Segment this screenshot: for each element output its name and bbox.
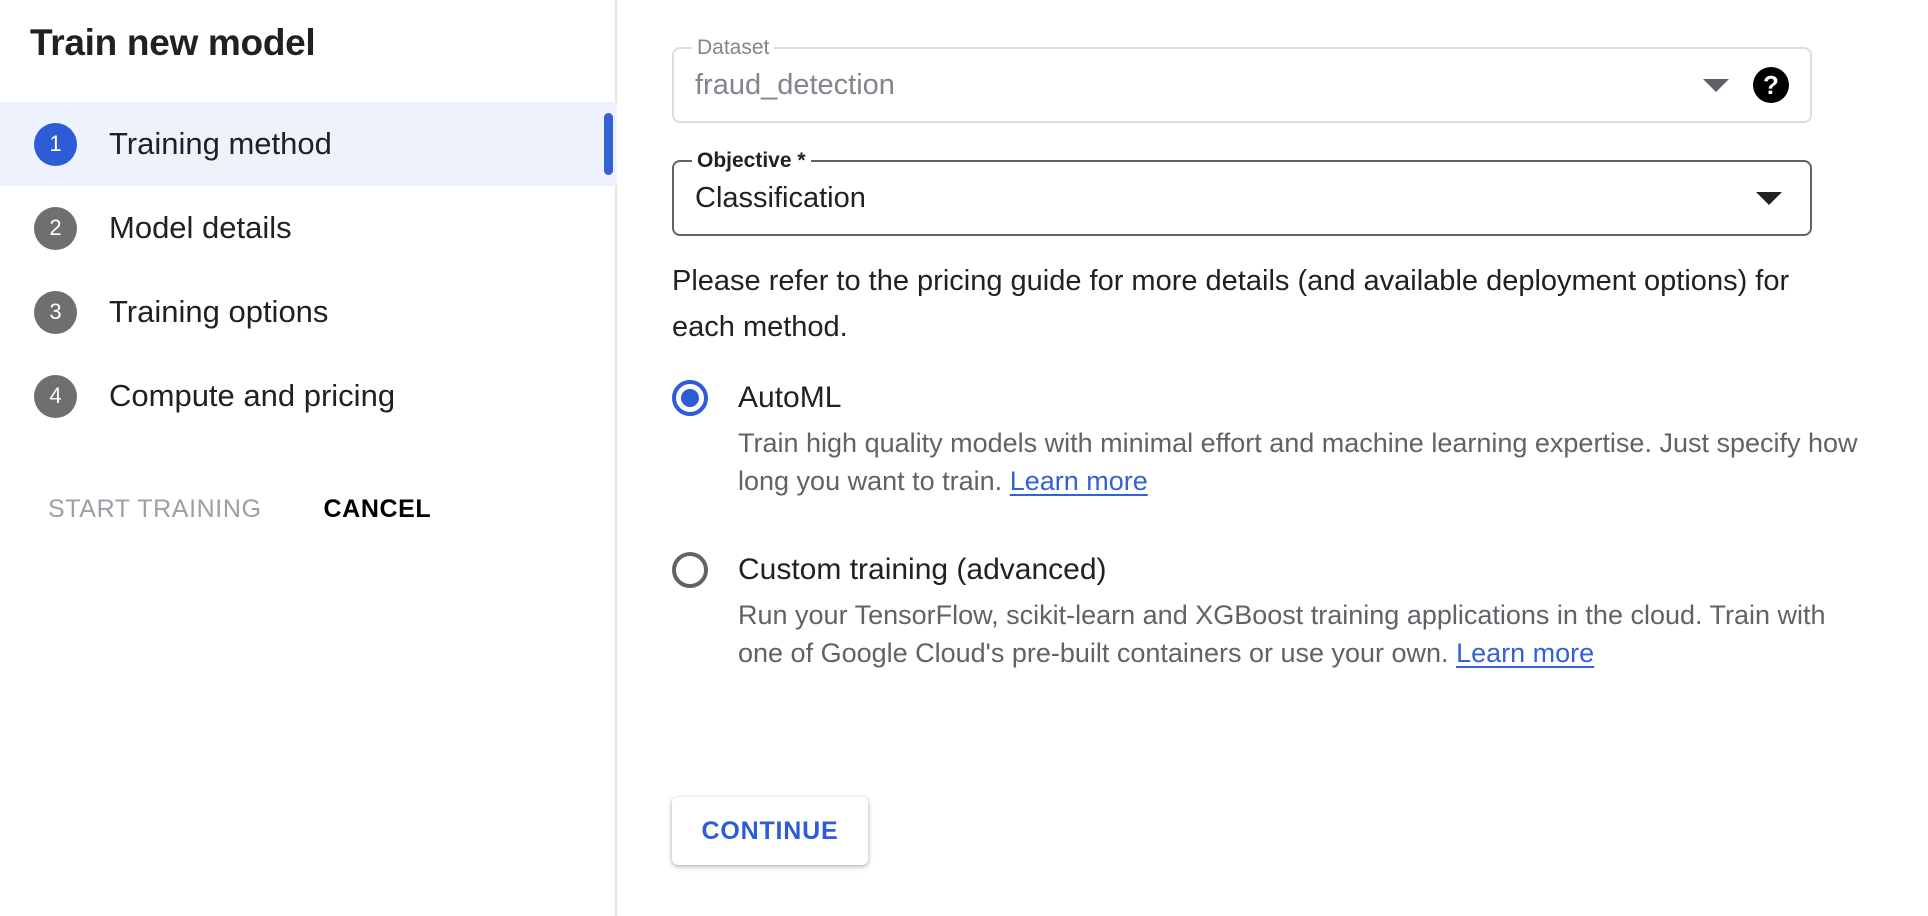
dataset-label: Dataset [692, 37, 774, 59]
sidebar-item-compute-and-pricing[interactable]: 4 Compute and pricing [0, 354, 617, 438]
sidebar-item-label: Training method [109, 126, 332, 162]
option-custom-training-description: Run your TensorFlow, scikit-learn and XG… [738, 596, 1868, 672]
option-automl: AutoML Train high quality models with mi… [672, 380, 1872, 500]
sidebar: Train new model 1 Training method 2 Mode… [0, 0, 617, 916]
sidebar-action-bar: START TRAINING CANCEL [48, 495, 431, 524]
main-content: Dataset fraud_detection ? Objective * Cl… [617, 0, 1928, 916]
help-circle-icon[interactable]: ? [1753, 67, 1789, 103]
custom-training-learn-more-link[interactable]: Learn more [1456, 638, 1594, 668]
objective-select[interactable]: Objective * Classification [672, 160, 1812, 236]
option-custom-training-title: Custom training (advanced) [738, 553, 1107, 587]
dataset-select[interactable]: Dataset fraud_detection ? [672, 47, 1812, 123]
option-custom-training-description-text: Run your TensorFlow, scikit-learn and XG… [738, 600, 1826, 668]
step-number-badge: 4 [34, 375, 77, 418]
step-navigation: 1 Training method 2 Model details 3 Trai… [0, 102, 617, 438]
option-custom-training-row[interactable]: Custom training (advanced) [672, 552, 1872, 588]
start-training-button[interactable]: START TRAINING [48, 495, 262, 524]
sidebar-item-training-method[interactable]: 1 Training method [0, 102, 617, 186]
objective-value: Classification [674, 182, 866, 215]
train-new-model-page: Train new model 1 Training method 2 Mode… [0, 0, 1928, 916]
sidebar-item-label: Compute and pricing [109, 378, 395, 414]
pricing-guide-text: Please refer to the pricing guide for mo… [672, 258, 1832, 350]
step-number-badge: 3 [34, 291, 77, 334]
cancel-button[interactable]: CANCEL [324, 495, 432, 524]
dataset-value: fraud_detection [674, 69, 895, 102]
page-title: Train new model [30, 22, 315, 64]
step-number-badge: 1 [34, 123, 77, 166]
radio-button-automl[interactable] [672, 380, 708, 416]
chevron-down-icon[interactable] [1756, 192, 1782, 205]
sidebar-item-training-options[interactable]: 3 Training options [0, 270, 617, 354]
automl-learn-more-link[interactable]: Learn more [1010, 466, 1148, 496]
option-custom-training: Custom training (advanced) Run your Tens… [672, 552, 1872, 672]
option-automl-description-text: Train high quality models with minimal e… [738, 428, 1858, 496]
training-method-radio-group: AutoML Train high quality models with mi… [672, 380, 1872, 724]
active-step-indicator [604, 113, 613, 175]
option-automl-row[interactable]: AutoML [672, 380, 1872, 416]
sidebar-item-label: Training options [109, 294, 328, 330]
sidebar-item-label: Model details [109, 210, 292, 246]
sidebar-item-model-details[interactable]: 2 Model details [0, 186, 617, 270]
option-automl-description: Train high quality models with minimal e… [738, 424, 1868, 500]
chevron-down-icon[interactable] [1703, 79, 1729, 92]
radio-button-custom-training[interactable] [672, 552, 708, 588]
objective-label: Objective * [692, 150, 811, 172]
continue-button[interactable]: CONTINUE [672, 797, 868, 865]
option-automl-title: AutoML [738, 381, 841, 415]
step-number-badge: 2 [34, 207, 77, 250]
